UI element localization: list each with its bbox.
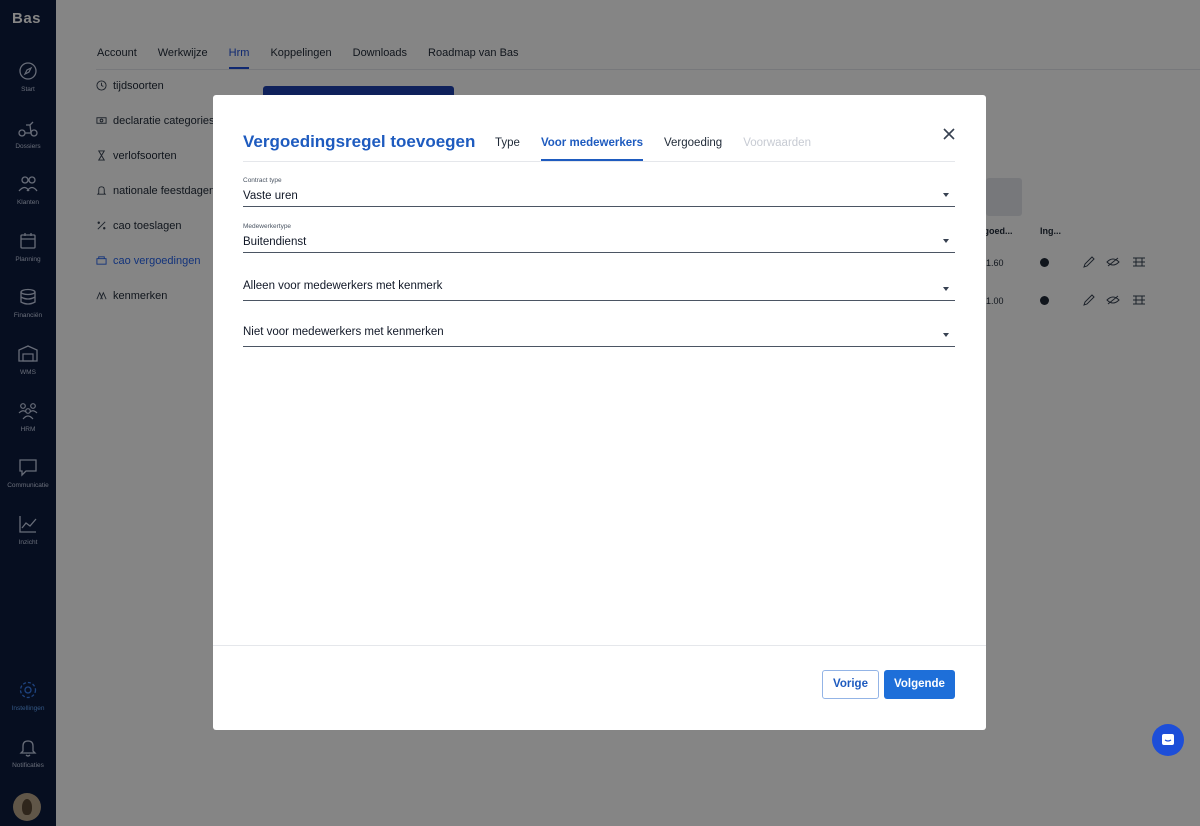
modal-tab-voor-medewerkers[interactable]: Voor medewerkers [540,137,643,161]
modal-tabs-divider [243,161,955,162]
add-rule-modal: Vergoedingsregel toevoegen Type Voor med… [213,95,986,730]
chevron-down-icon [943,239,949,243]
support-chat-button[interactable] [1152,724,1184,756]
modal-title: Vergoedingsregel toevoegen [243,132,476,151]
contract-type-select[interactable]: Contract type Vaste uren [243,177,955,207]
chevron-down-icon [943,333,949,337]
niet-kenmerken-select[interactable]: Niet voor medewerkers met kenmerken [243,317,955,347]
modal-footer-divider [213,645,986,646]
medewerkertype-label: Medewerkertype [243,223,292,230]
modal-tab-voorwaarden: Voorwaarden [743,137,811,149]
modal-tabs: Type Voor medewerkers Vergoeding Voorwaa… [495,137,811,161]
niet-kenmerken-placeholder: Niet voor medewerkers met kenmerken [243,326,444,338]
chevron-down-icon [943,287,949,291]
alleen-kenmerk-select[interactable]: Alleen voor medewerkers met kenmerk [243,271,955,301]
contract-type-label: Contract type [243,177,282,184]
medewerkertype-select[interactable]: Medewerkertype Buitendienst [243,223,955,253]
close-icon[interactable] [941,126,957,142]
previous-button[interactable]: Vorige [822,670,879,699]
alleen-kenmerk-placeholder: Alleen voor medewerkers met kenmerk [243,280,443,292]
modal-tab-type[interactable]: Type [495,137,520,161]
chevron-down-icon [943,193,949,197]
modal-tab-vergoeding[interactable]: Vergoeding [664,137,722,161]
chat-icon [1162,734,1174,745]
contract-type-value: Vaste uren [243,190,298,202]
medewerkertype-value: Buitendienst [243,236,307,248]
next-button[interactable]: Volgende [884,670,955,699]
